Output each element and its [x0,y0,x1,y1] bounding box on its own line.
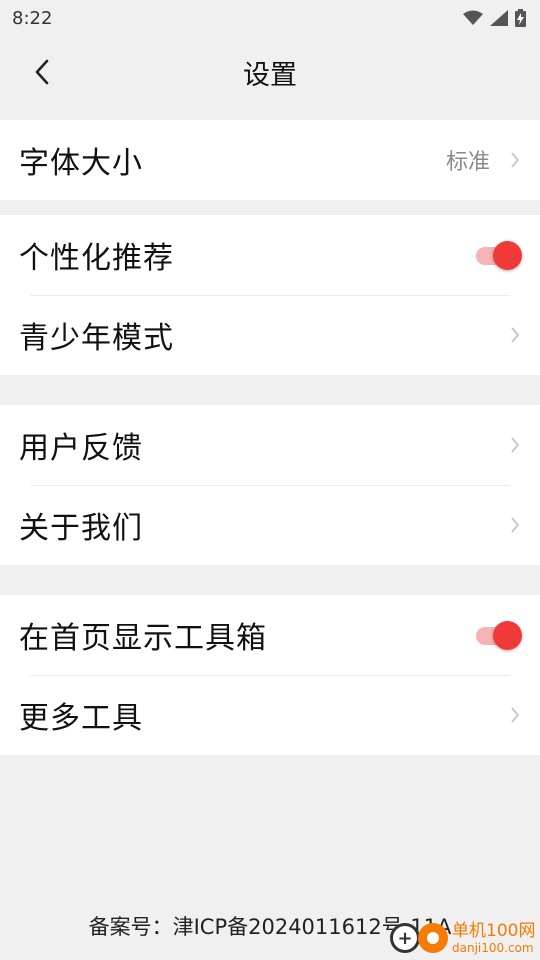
status-time: 8:22 [12,7,53,29]
teen-mode-label: 青少年模式 [19,321,174,356]
personalized-recommend-toggle[interactable] [476,240,522,270]
chevron-left-icon [35,59,49,85]
wifi-icon [463,10,483,25]
watermark-name: 单机100网 [452,920,536,941]
divider [30,675,510,676]
status-bar: 8:22 [0,0,540,36]
more-tools-row[interactable]: 更多工具 [0,675,540,755]
settings-group-feedback: 用户反馈 关于我们 [0,405,540,565]
battery-charging-icon [515,9,526,27]
settings-group-tools: 在首页显示工具箱 更多工具 [0,595,540,755]
settings-group-recommend: 个性化推荐 青少年模式 [0,215,540,375]
personalized-recommend-row: 个性化推荐 [0,215,540,295]
chevron-right-icon [508,150,522,170]
watermark-logo-icon: + [390,923,420,953]
teen-mode-row[interactable]: 青少年模式 [0,295,540,375]
show-toolbox-label: 在首页显示工具箱 [19,621,267,656]
title-bar: 设置 [0,36,540,108]
chevron-right-icon [508,435,522,455]
font-size-value: 标准 [445,150,490,175]
chevron-right-icon [508,705,522,725]
chevron-right-icon [508,325,522,345]
signal-icon [490,10,508,26]
user-feedback-label: 用户反馈 [19,431,143,466]
divider [30,485,510,486]
watermark-text: 单机100网 danji100.com [452,920,536,955]
about-us-label: 关于我们 [19,511,143,546]
divider [30,295,510,296]
status-icons [463,9,526,27]
page-title: 设置 [243,59,297,91]
show-toolbox-row: 在首页显示工具箱 [0,595,540,675]
toggle-thumb [493,241,522,270]
back-button[interactable] [22,50,62,94]
watermark-logo-dot-icon [418,923,448,953]
personalized-recommend-label: 个性化推荐 [19,241,174,276]
about-us-row[interactable]: 关于我们 [0,485,540,565]
settings-group-display: 字体大小 标准 [0,120,540,200]
font-size-row[interactable]: 字体大小 标准 [0,120,540,200]
font-size-label: 字体大小 [19,146,143,181]
toggle-thumb [493,621,522,650]
chevron-right-icon [508,515,522,535]
more-tools-label: 更多工具 [19,701,143,736]
user-feedback-row[interactable]: 用户反馈 [0,405,540,485]
watermark-url: danji100.com [452,940,534,955]
watermark: + 单机100网 danji100.com [390,916,540,960]
show-toolbox-toggle[interactable] [476,620,522,650]
